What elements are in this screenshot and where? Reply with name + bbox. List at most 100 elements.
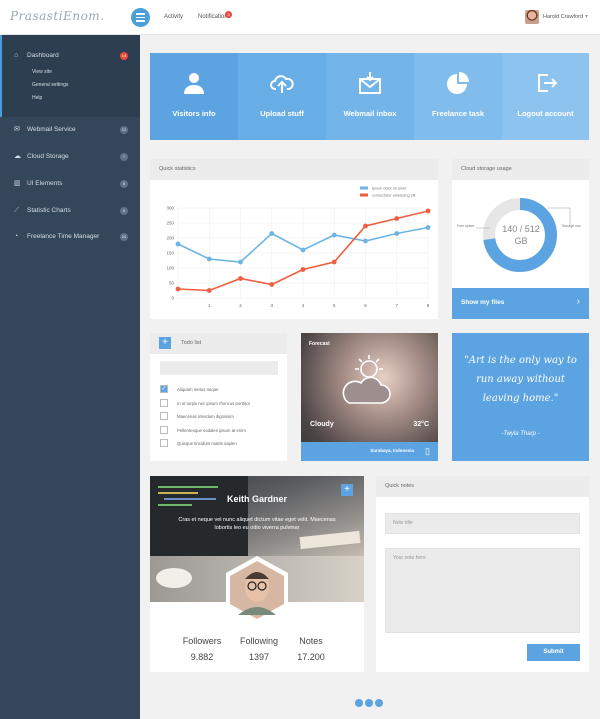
y-tick-label: 0 (171, 296, 174, 301)
menu-toggle-button[interactable] (131, 8, 150, 27)
legend-label: Ipsum dolor sit amet (372, 187, 407, 191)
upload-cloud-icon (270, 75, 294, 93)
sidebar-badge: 12 (120, 126, 128, 134)
legend-swatch (360, 186, 368, 190)
data-point (269, 231, 275, 236)
nav-activity[interactable]: Activity (164, 14, 183, 20)
tile-visitors-info[interactable]: Visitors info (150, 53, 238, 140)
chart-icon: ⟋ (14, 207, 19, 214)
todo-item-label: Aliquam metus neque (177, 387, 219, 392)
todo-item[interactable]: ✓ Aliquam metus neque (160, 385, 285, 399)
map-icon[interactable]: ▯ (425, 446, 430, 457)
data-point (238, 259, 243, 265)
data-point (269, 282, 275, 287)
todo-item[interactable]: Maecenas interdum dignissim (160, 412, 285, 426)
user-avatar[interactable] (525, 10, 539, 24)
tile-label: Visitors info (172, 109, 216, 118)
sidebar-item-cloud-storage[interactable]: ☁ Cloud Storage 7 (0, 144, 140, 170)
checkbox-checked[interactable]: ✓ (160, 385, 168, 393)
y-tick-label: 300 (166, 206, 174, 211)
submit-button[interactable]: Submit (527, 644, 580, 661)
pagination-dots (355, 694, 385, 712)
shortcut-tiles: Visitors info Upload stuff Webmail inbox… (150, 53, 589, 140)
todo-items: ✓ Aliquam metus neque In ut turpis nec ips… (160, 385, 285, 453)
show-my-files-label: Show my files (461, 299, 505, 306)
tile-webmail-inbox[interactable]: Webmail inbox (326, 53, 414, 140)
weather-location: Surabaya, Indonesia (370, 448, 414, 453)
weather-temperature: 32°C (413, 421, 429, 428)
add-todo-button[interactable]: + (159, 337, 171, 349)
user-name[interactable]: Harold Crawford (543, 14, 583, 20)
x-tick-label: 6 (364, 303, 367, 308)
sidebar-item-label: UI Elements (27, 180, 63, 187)
storage-used-value: 140 / 512 (502, 224, 540, 234)
tile-upload-stuff[interactable]: Upload stuff (238, 53, 326, 140)
page-dot[interactable] (355, 699, 363, 707)
todo-item-label: Pellentesque sodales ipsum at enim (177, 427, 246, 433)
sidebar-item-label: Statistic Charts (27, 207, 71, 214)
y-tick-label: 150 (166, 251, 174, 256)
data-point (394, 231, 400, 236)
add-profile-button[interactable]: + (341, 484, 353, 496)
envelope-icon (359, 72, 381, 94)
stat-followers[interactable]: Followers 9.882 (172, 636, 232, 662)
sidebar: ⌂ Dashboard 14 View site General setting… (0, 35, 140, 719)
submenu-view-site[interactable]: View site (32, 69, 52, 75)
tile-freelance-task[interactable]: Freelance task (414, 53, 502, 140)
todo-item[interactable]: Pellentesque sodales ipsum at enim (160, 425, 285, 440)
quote-card: "Art is the only way to run away without… (452, 333, 589, 461)
data-point (331, 232, 337, 238)
stat-value: 9.882 (190, 652, 214, 662)
stat-following[interactable]: Following 1397 (229, 636, 289, 662)
checkbox[interactable] (160, 439, 168, 447)
todo-list-card: Todo list + ✓ Aliquam metus neque In ut tu… (150, 333, 287, 461)
grid-icon: ▥ (14, 180, 21, 187)
data-point (425, 208, 431, 214)
show-my-files-button[interactable]: Show my files › (452, 288, 589, 319)
sidebar-item-ui-elements[interactable]: ▥ UI Elements 8 (0, 171, 140, 197)
quick-notes-card: Quick notes Note title Your note here (376, 476, 589, 672)
profile-bio: Cras et neque vel nunc aliquet dictum vi… (178, 517, 336, 531)
x-tick-label: 2 (239, 303, 242, 308)
data-point (238, 276, 243, 281)
chevron-right-icon: › (576, 296, 580, 307)
profile-name: Keith Gardner (226, 494, 287, 504)
quote-text: "Art is the only way to run away without… (464, 355, 577, 404)
app-logo[interactable]: PrasastiEnom. (10, 9, 105, 23)
mail-icon: ✉ (14, 126, 20, 133)
todo-input[interactable] (160, 361, 278, 375)
card-title: Cloud storage usage (452, 159, 589, 180)
card-title: Quick statistics (150, 159, 438, 180)
sidebar-item-label: Webmail Service (27, 126, 76, 133)
stat-notes[interactable]: Notes 17.200 (281, 636, 341, 662)
legend-label: consectetur adipiscing elit (372, 194, 416, 198)
sidebar-item-dashboard[interactable]: ⌂ Dashboard 14 (0, 43, 140, 69)
sidebar-item-webmail[interactable]: ✉ Webmail Service 12 (0, 117, 140, 143)
data-point (175, 286, 181, 292)
hamburger-icon (136, 13, 145, 15)
todo-item[interactable]: Quisque tincidunt mattis sapien (160, 439, 285, 453)
page-dot[interactable] (365, 699, 373, 707)
data-point (363, 223, 368, 229)
checkbox[interactable] (160, 425, 168, 434)
sidebar-badge: 7 (120, 153, 128, 161)
chevron-down-icon[interactable]: ▾ (585, 13, 588, 20)
notifications-count-badge: 3 (225, 11, 232, 18)
data-point (300, 267, 306, 272)
tile-logout-account[interactable]: Logout account (502, 53, 589, 140)
todo-item-label: Quisque tincidunt mattis sapien (177, 441, 237, 446)
legend-swatch (360, 193, 368, 197)
x-tick-label: 8 (427, 303, 430, 308)
sidebar-item-statistic-charts[interactable]: ⟋ Statistic Charts 6 (0, 198, 140, 224)
sidebar-item-freelance-time-manager[interactable]: ◔ Freelance Time Manager 24 (0, 224, 140, 250)
submenu-general-settings[interactable]: General settings (32, 82, 68, 88)
submenu-help[interactable]: Help (32, 95, 42, 101)
checkbox[interactable] (160, 398, 168, 407)
page-dot[interactable] (375, 699, 383, 707)
checkbox[interactable] (160, 412, 168, 420)
x-tick-label: 4 (302, 303, 305, 308)
note-body-input[interactable]: Your note here (385, 548, 580, 633)
note-title-input[interactable]: Note title (385, 513, 580, 534)
todo-item[interactable]: In ut turpis nec ipsum rhoncus porttitor (160, 398, 285, 413)
sidebar-badge: 24 (120, 233, 128, 241)
